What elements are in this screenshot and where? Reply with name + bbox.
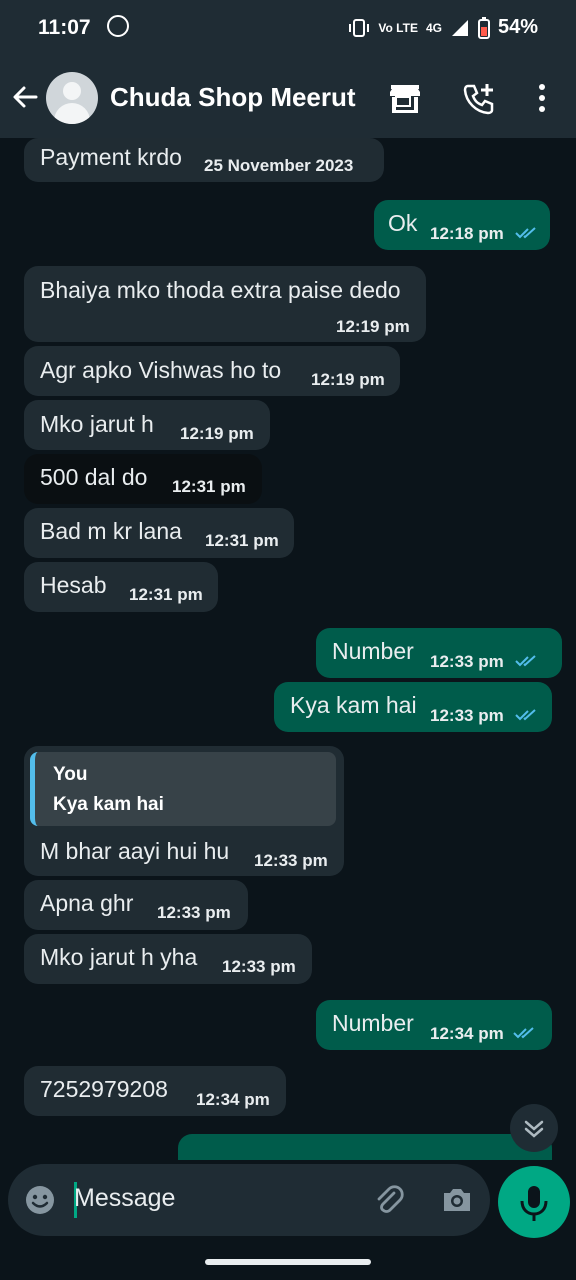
message-time: 12:18 pm [430, 224, 504, 243]
chat-header: Chuda Shop Meerut [0, 58, 576, 138]
message-bubble[interactable]: Bad m kr lana 12:31 pm [24, 508, 294, 558]
message-bubble[interactable]: Ok 12:18 pm [374, 200, 550, 250]
message-time: 12:31 pm [129, 585, 203, 604]
message-bubble[interactable]: Hesab 12:31 pm [24, 562, 218, 612]
network-type: 4G [425, 20, 442, 35]
message-time: 12:31 pm [172, 477, 246, 496]
message-time: 12:19 pm [311, 370, 385, 389]
contact-name[interactable]: Chuda Shop Meerut [110, 82, 356, 113]
message-composer: Message [8, 1164, 490, 1236]
message-bubble[interactable]: Bhaiya mko thoda extra paise dedo 12:19 … [24, 266, 426, 342]
quoted-message[interactable]: You Kya kam hai [30, 752, 336, 826]
shop-icon[interactable] [388, 82, 422, 114]
vibrate-icon [349, 18, 370, 37]
battery-level: 54% [497, 16, 538, 38]
message-bubble-partial[interactable] [178, 1134, 552, 1160]
message-time: 12:33 pm [222, 957, 296, 976]
menu-icon[interactable] [532, 82, 552, 114]
mic-icon [520, 1186, 548, 1221]
camera-icon[interactable] [440, 1184, 474, 1216]
message-time: 12:33 pm [157, 903, 231, 922]
read-ticks-icon [515, 709, 536, 721]
message-bubble[interactable]: Kya kam hai 12:33 pm [274, 682, 552, 732]
scroll-down-button[interactable] [510, 1104, 558, 1152]
chat-area[interactable]: Payment krdo 25 November 2023 Ok 12:18 p… [0, 138, 576, 1160]
message-text: Number [332, 638, 414, 664]
message-text: Hesab [40, 572, 107, 598]
home-indicator[interactable] [205, 1259, 371, 1265]
signal-icon [451, 19, 468, 36]
read-ticks-icon [515, 227, 536, 239]
message-bubble[interactable]: Number 12:33 pm [316, 628, 562, 678]
read-ticks-icon [513, 1027, 534, 1039]
message-input[interactable]: Message [74, 1184, 175, 1213]
message-bubble[interactable]: Apna ghr 12:33 pm [24, 880, 248, 930]
message-text: Bad m kr lana [40, 518, 182, 544]
message-text: Bhaiya mko thoda extra paise dedo [40, 277, 401, 303]
status-indicators: Vo LTE 4G 54% [348, 16, 538, 39]
message-bubble[interactable]: Agr apko Vishwas ho to 12:19 pm [24, 346, 400, 396]
message-bubble[interactable]: Number 12:34 pm [316, 1000, 552, 1050]
battery-icon [477, 16, 490, 39]
message-text: Mko jarut h yha [40, 944, 198, 970]
chevron-down-icon [524, 1120, 544, 1138]
message-text: Number [332, 1010, 414, 1036]
status-time: 11:07 [38, 16, 91, 39]
message-text: 7252979208 [40, 1076, 168, 1102]
message-bubble-reply[interactable]: You Kya kam hai M bhar aayi hui hu 12:33… [24, 746, 344, 876]
message-text: Kya kam hai [290, 692, 417, 718]
message-bubble[interactable]: Mko jarut h 12:19 pm [24, 400, 270, 450]
quote-author: You [53, 764, 88, 785]
volte-label: Vo LTE [378, 20, 418, 35]
message-time: 12:34 pm [196, 1090, 270, 1109]
message-bubble-highlighted[interactable]: 500 dal do 12:31 pm [24, 454, 262, 504]
add-call-icon[interactable] [462, 82, 496, 116]
status-bar: 11:07 Vo LTE 4G 54% [0, 0, 576, 58]
back-arrow-icon[interactable] [10, 82, 40, 112]
message-bubble[interactable]: Mko jarut h yha 12:33 pm [24, 934, 312, 984]
message-time: 12:34 pm [430, 1024, 504, 1043]
message-bubble[interactable]: 7252979208 12:34 pm [24, 1066, 286, 1116]
message-text: Payment krdo [40, 144, 182, 170]
message-time: 12:33 pm [430, 652, 504, 671]
message-text: M bhar aayi hui hu [40, 838, 230, 864]
avatar[interactable] [46, 72, 98, 124]
message-time: 12:31 pm [205, 531, 279, 550]
emoji-icon[interactable] [24, 1184, 56, 1216]
message-text: Agr apko Vishwas ho to [40, 357, 282, 383]
message-text: 500 dal do [40, 464, 148, 490]
message-text: Ok [388, 210, 418, 236]
read-ticks-icon [515, 655, 536, 667]
mic-button[interactable] [498, 1166, 570, 1238]
message-time: 12:33 pm [430, 706, 504, 725]
message-time: 12:33 pm [254, 851, 328, 870]
message-text: Mko jarut h [40, 411, 154, 437]
message-bubble[interactable]: Payment krdo 25 November 2023 [24, 138, 384, 182]
screen-record-icon [107, 15, 129, 37]
date-label: 25 November 2023 [204, 156, 354, 175]
message-time: 12:19 pm [336, 317, 410, 336]
attach-icon[interactable] [372, 1183, 406, 1217]
quote-text: Kya kam hai [53, 794, 164, 815]
message-time: 12:19 pm [180, 424, 254, 443]
message-text: Apna ghr [40, 890, 134, 916]
